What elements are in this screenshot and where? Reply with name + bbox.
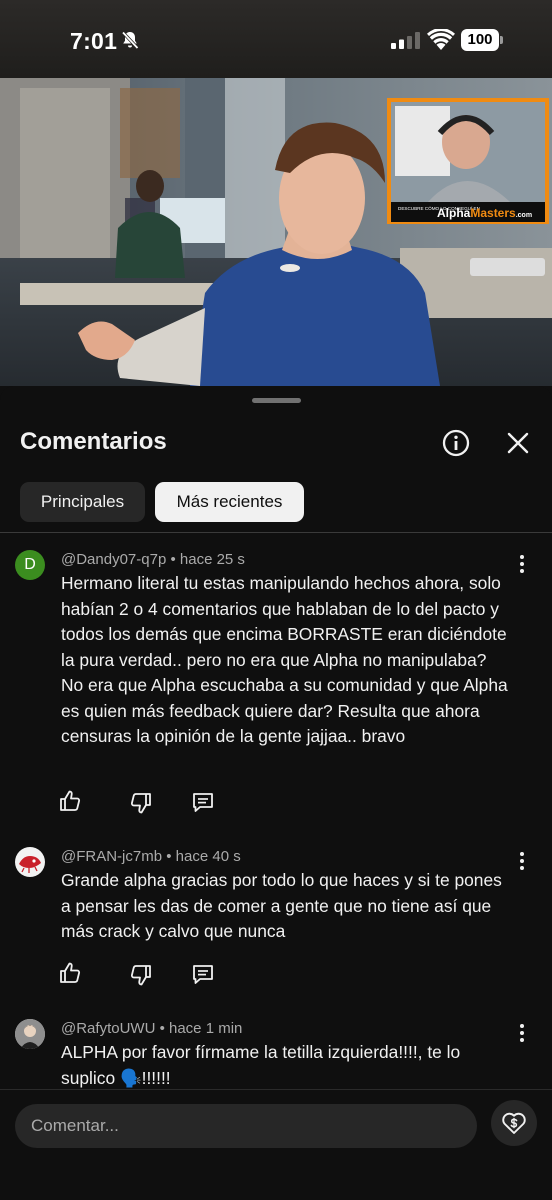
- reply-icon[interactable]: [191, 790, 215, 814]
- bell-muted-icon: [121, 31, 139, 50]
- comment-meta: @FRAN-jc7mb • hace 40 s: [61, 848, 241, 865]
- video-frame: DESCUBRE CÓMO LO CONSEGUÍ EN AlphaMaster…: [0, 78, 552, 386]
- chip-newest[interactable]: Más recientes: [155, 482, 304, 522]
- comment-time: hace 40 s: [175, 848, 241, 865]
- close-icon[interactable]: [503, 428, 533, 458]
- comment-time: hace 1 min: [169, 1020, 243, 1037]
- comment-text: Grande alpha gracias por todo lo que hac…: [61, 870, 502, 941]
- comment-composer: [0, 1089, 552, 1200]
- like-icon[interactable]: [58, 961, 82, 985]
- sheet-title: Comentarios: [20, 428, 167, 455]
- chip-top-comments[interactable]: Principales: [20, 482, 145, 522]
- battery-indicator: 100: [461, 29, 503, 51]
- comment-author[interactable]: @Dandy07-q7p: [61, 551, 166, 568]
- comment-meta: @Dandy07-q7p • hace 25 s: [61, 551, 245, 568]
- info-icon[interactable]: [441, 428, 471, 458]
- comment-time: hace 25 s: [179, 551, 245, 568]
- comments-list[interactable]: D @Dandy07-q7p • hace 25 s Hermano liter…: [0, 533, 552, 1089]
- dislike-icon[interactable]: [129, 791, 153, 815]
- status-time: 7:01: [70, 28, 118, 54]
- reply-icon[interactable]: [191, 962, 215, 986]
- comment-text: ALPHA por favor fírmame la tetilla izqui…: [61, 1042, 461, 1088]
- comment-input[interactable]: [15, 1104, 477, 1148]
- avatar[interactable]: [15, 1019, 45, 1049]
- like-icon[interactable]: [58, 789, 82, 813]
- comments-sheet: Comentarios Principales Más recientes D …: [0, 386, 552, 1200]
- more-options-icon[interactable]: [512, 850, 532, 872]
- more-options-icon[interactable]: [512, 1022, 532, 1044]
- comment-author[interactable]: @RafytoUWU: [61, 1020, 155, 1037]
- video-player[interactable]: DESCUBRE CÓMO LO CONSEGUÍ EN AlphaMaster…: [0, 78, 552, 386]
- dislike-icon[interactable]: [129, 963, 153, 987]
- comment-meta: @RafytoUWU • hace 1 min: [61, 1020, 243, 1037]
- battery-level: 100: [461, 29, 499, 51]
- comment-author[interactable]: @FRAN-jc7mb: [61, 848, 162, 865]
- more-options-icon[interactable]: [512, 553, 532, 575]
- wifi-icon: [427, 29, 455, 50]
- super-thanks-icon: [502, 1112, 526, 1134]
- drag-handle[interactable]: [252, 398, 301, 403]
- avatar[interactable]: D: [15, 550, 45, 580]
- super-thanks-button[interactable]: [491, 1100, 537, 1146]
- cellular-signal-icon: [391, 32, 420, 49]
- avatar[interactable]: [15, 847, 45, 877]
- comment-text: Hermano literal tu estas manipulando hec…: [61, 573, 508, 746]
- status-bar: 7:01 100: [0, 0, 552, 78]
